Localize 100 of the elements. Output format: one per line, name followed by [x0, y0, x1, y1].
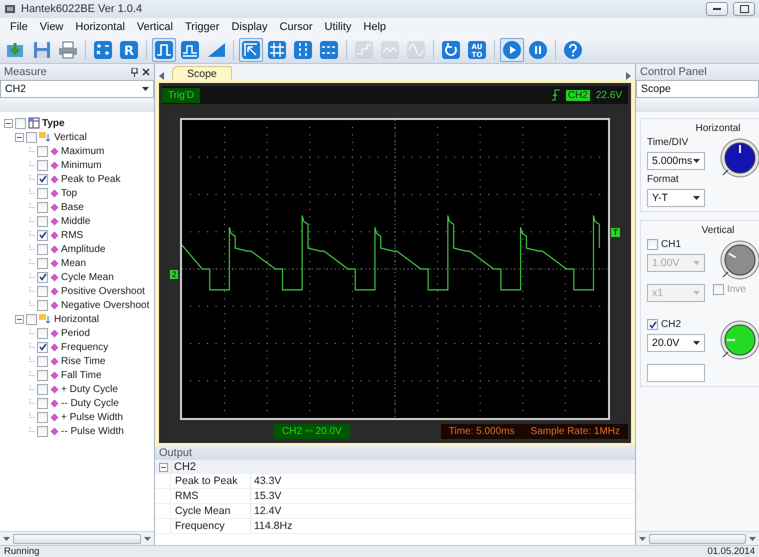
checkbox[interactable]	[37, 384, 48, 394]
checkbox[interactable]	[37, 356, 48, 366]
time-div-dropdown[interactable]: 5.000ms	[647, 152, 705, 170]
checkbox[interactable]	[37, 398, 48, 408]
menu-item[interactable]: Display	[225, 21, 274, 33]
tree-item[interactable]: Negative Overshoot	[61, 300, 150, 310]
tree-item[interactable]: Fall Time	[61, 370, 102, 380]
trigger-marker[interactable]: T	[611, 228, 620, 237]
checkbox[interactable]	[647, 319, 658, 330]
tree-item[interactable]: Middle	[61, 216, 90, 226]
checkbox[interactable]	[37, 160, 48, 170]
checkbox[interactable]	[26, 314, 37, 324]
checkbox[interactable]	[37, 188, 48, 198]
panel-title: Output	[159, 447, 192, 459]
menu-item[interactable]: Vertical	[130, 21, 179, 33]
measurement-name: Cycle Mean	[170, 504, 251, 518]
checkbox[interactable]	[37, 216, 48, 226]
checkbox[interactable]	[37, 146, 48, 156]
channel-dropdown[interactable]: CH2	[0, 80, 154, 98]
folder-arrow-icon	[39, 313, 52, 325]
checkbox[interactable]	[26, 132, 37, 142]
menu-item[interactable]: Utility	[318, 21, 358, 33]
tree-item[interactable]: Vertical	[54, 132, 87, 142]
pulse-button[interactable]	[152, 38, 176, 62]
time-readout: Time: 5.000ms	[440, 424, 523, 438]
checkbox[interactable]	[713, 284, 724, 295]
menu-item[interactable]: Cursor	[274, 21, 319, 33]
scroll-left-icon[interactable]	[159, 72, 164, 80]
knob[interactable]	[719, 239, 759, 281]
measurement-value: 114.8Hz	[253, 519, 292, 533]
menu-item[interactable]: Trigger	[179, 21, 226, 33]
tree-item[interactable]: -- Pulse Width	[61, 426, 124, 436]
checkbox[interactable]	[15, 118, 26, 128]
tree-item[interactable]: + Duty Cycle	[61, 384, 118, 394]
status-text: Running	[4, 546, 40, 557]
folder-arrow-icon	[39, 131, 52, 143]
horizontal-scrollbar[interactable]	[636, 531, 759, 545]
mode-dropdown[interactable]: Scope	[636, 80, 759, 98]
expander-icon[interactable]	[159, 462, 168, 472]
trigger-level: 22.6V	[596, 90, 622, 100]
tree-item[interactable]: Positive Overshoot	[61, 286, 145, 296]
expander-icon[interactable]	[15, 132, 24, 142]
expander-icon[interactable]	[15, 314, 24, 324]
checkbox[interactable]	[37, 370, 48, 380]
pointer-button[interactable]	[239, 38, 263, 62]
knob[interactable]	[719, 319, 759, 361]
trigger-source: CH2	[566, 90, 590, 100]
pin-icon[interactable]	[131, 68, 138, 76]
measurement-name: Peak to Peak	[170, 474, 251, 488]
menu-item[interactable]: File	[4, 21, 34, 33]
checkbox[interactable]	[37, 272, 48, 282]
tree-item[interactable]: Maximum	[61, 146, 104, 156]
tree-item[interactable]: Frequency	[61, 342, 108, 352]
tree-item[interactable]: Horizontal	[54, 314, 100, 324]
caret-icon	[639, 536, 646, 540]
menu-item[interactable]: View	[34, 21, 70, 33]
play-button[interactable]	[500, 38, 524, 62]
channel-marker[interactable]: 2	[170, 270, 178, 279]
checkbox[interactable]	[647, 239, 658, 250]
volts-dropdown[interactable]: 20.0V	[647, 334, 705, 352]
checkbox[interactable]	[37, 244, 48, 254]
tab[interactable]: Scope	[172, 66, 232, 80]
tree-item[interactable]: Type	[42, 118, 65, 128]
expander-icon[interactable]	[4, 118, 13, 128]
tree-item[interactable]: Cycle Mean	[61, 272, 114, 282]
tree-item[interactable]: Amplitude	[61, 244, 106, 254]
tree-item[interactable]: -- Duty Cycle	[61, 398, 119, 408]
horizontal-scrollbar[interactable]	[0, 531, 154, 545]
tree-item[interactable]: Mean	[61, 258, 86, 268]
tree-item[interactable]: Minimum	[61, 160, 102, 170]
checkbox[interactable]	[37, 328, 48, 338]
measurement-name: Frequency	[170, 519, 251, 533]
sample-rate-readout: Sample Rate: 1MHz	[522, 424, 628, 438]
menu-item[interactable]: Horizontal	[69, 21, 131, 33]
knob[interactable]	[719, 137, 759, 179]
checkbox[interactable]	[37, 286, 48, 296]
maximize-button[interactable]	[733, 2, 755, 16]
tree-item[interactable]: Rise Time	[61, 356, 106, 366]
minimize-button[interactable]	[706, 2, 728, 16]
format-dropdown[interactable]: Y-T	[647, 189, 705, 207]
checkbox[interactable]	[37, 174, 48, 184]
caret-icon	[693, 261, 700, 265]
probe-dropdown[interactable]	[647, 364, 705, 382]
tree-item[interactable]: Top	[61, 188, 78, 198]
tree-item[interactable]: Base	[61, 202, 84, 212]
caret-icon	[142, 87, 149, 91]
checkbox[interactable]	[37, 258, 48, 268]
menu-item[interactable]: Help	[357, 21, 392, 33]
tree-item[interactable]: + Pulse Width	[61, 412, 123, 422]
tree-item[interactable]: Peak to Peak	[61, 174, 120, 184]
checkbox[interactable]	[37, 202, 48, 212]
checkbox[interactable]	[37, 412, 48, 422]
scroll-right-icon[interactable]	[626, 72, 631, 80]
checkbox[interactable]	[37, 426, 48, 436]
checkbox[interactable]	[37, 342, 48, 352]
tree-item[interactable]: RMS	[61, 230, 84, 240]
tree-item[interactable]: Period	[61, 328, 90, 338]
checkbox[interactable]	[37, 300, 48, 310]
close-icon[interactable]	[142, 68, 150, 76]
checkbox[interactable]	[37, 230, 48, 240]
